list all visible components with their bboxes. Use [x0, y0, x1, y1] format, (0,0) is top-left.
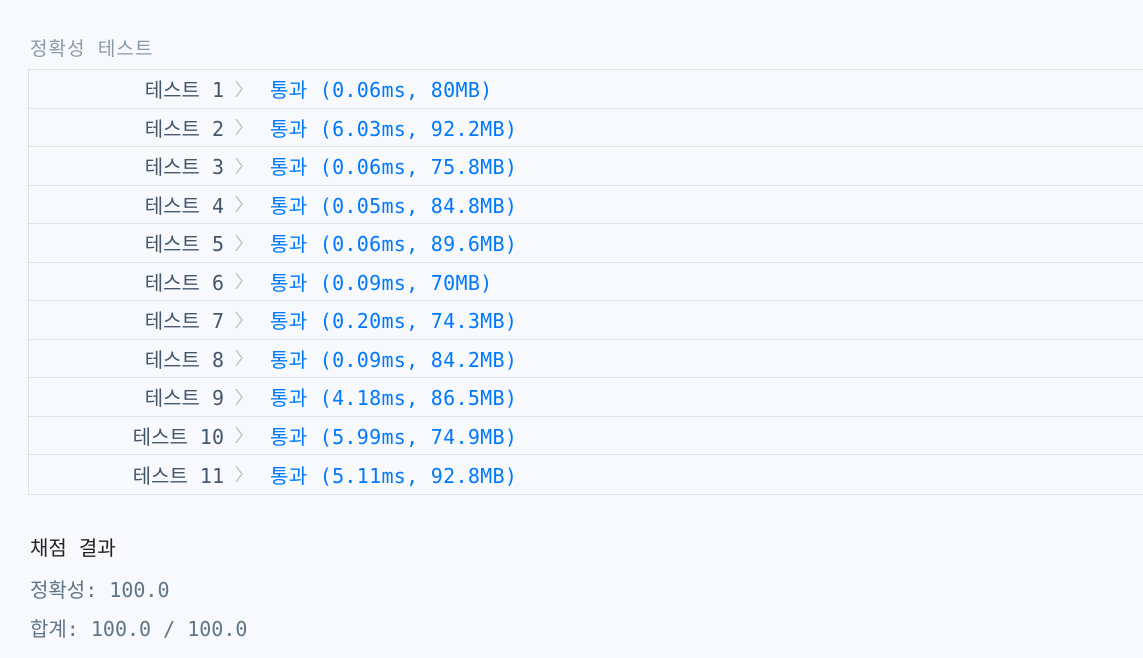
table-row[interactable]: 테스트 8 통과 (0.09ms, 84.2MB): [29, 340, 1143, 378]
test-label: 테스트 3: [144, 155, 224, 180]
test-result: 통과 (5.99ms, 74.9MB): [270, 424, 518, 449]
table-row[interactable]: 테스트 4 통과 (0.05ms, 84.8MB): [29, 186, 1143, 224]
chevron-right-icon: [224, 79, 254, 99]
chevron-right-icon: [224, 117, 254, 137]
chevron-right-icon: [224, 156, 254, 176]
summary-title: 채점 결과: [30, 536, 116, 560]
test-result: 통과 (0.20ms, 74.3MB): [270, 309, 518, 334]
test-result: 통과 (5.11ms, 92.8MB): [270, 463, 518, 488]
chevron-right-icon: [224, 464, 254, 484]
accuracy-score: 정확성: 100.0: [30, 578, 170, 602]
table-row[interactable]: 테스트 2 통과 (6.03ms, 92.2MB): [29, 109, 1143, 147]
chevron-right-icon: [224, 271, 254, 291]
test-label: 테스트 1: [144, 78, 224, 103]
table-row[interactable]: 테스트 10 통과 (5.99ms, 74.9MB): [29, 417, 1143, 455]
section-title: 정확성 테스트: [30, 38, 154, 60]
test-result: 통과 (0.09ms, 70MB): [270, 270, 493, 295]
test-result: 통과 (0.09ms, 84.2MB): [270, 347, 518, 372]
chevron-right-icon: [224, 194, 254, 214]
test-label: 테스트 10: [132, 424, 224, 449]
test-label: 테스트 2: [144, 116, 224, 141]
chevron-right-icon: [224, 233, 254, 253]
test-label: 테스트 6: [144, 270, 224, 295]
chevron-right-icon: [224, 425, 254, 445]
test-result: 통과 (4.18ms, 86.5MB): [270, 386, 518, 411]
test-result: 통과 (0.05ms, 84.8MB): [270, 193, 518, 218]
chevron-right-icon: [224, 387, 254, 407]
test-result: 통과 (0.06ms, 89.6MB): [270, 232, 518, 257]
table-row[interactable]: 테스트 1 통과 (0.06ms, 80MB): [29, 70, 1143, 109]
test-label: 테스트 4: [144, 193, 224, 218]
test-label: 테스트 9: [144, 386, 224, 411]
test-result: 통과 (0.06ms, 80MB): [270, 78, 493, 103]
test-label: 테스트 5: [144, 232, 224, 257]
test-label: 테스트 8: [144, 347, 224, 372]
table-row[interactable]: 테스트 7 통과 (0.20ms, 74.3MB): [29, 301, 1143, 340]
test-label: 테스트 7: [144, 309, 224, 334]
test-results-table: 테스트 1 통과 (0.06ms, 80MB) 테스트 2 통과 (6.03ms…: [28, 69, 1143, 495]
test-result: 통과 (6.03ms, 92.2MB): [270, 116, 518, 141]
table-row[interactable]: 테스트 11 통과 (5.11ms, 92.8MB): [29, 455, 1143, 494]
test-result: 통과 (0.06ms, 75.8MB): [270, 155, 518, 180]
table-row[interactable]: 테스트 6 통과 (0.09ms, 70MB): [29, 263, 1143, 301]
chevron-right-icon: [224, 310, 254, 330]
table-row[interactable]: 테스트 5 통과 (0.06ms, 89.6MB): [29, 224, 1143, 263]
table-row[interactable]: 테스트 9 통과 (4.18ms, 86.5MB): [29, 378, 1143, 417]
chevron-right-icon: [224, 348, 254, 368]
table-row[interactable]: 테스트 3 통과 (0.06ms, 75.8MB): [29, 147, 1143, 186]
test-label: 테스트 11: [132, 463, 224, 488]
total-score: 합계: 100.0 / 100.0: [30, 617, 248, 641]
